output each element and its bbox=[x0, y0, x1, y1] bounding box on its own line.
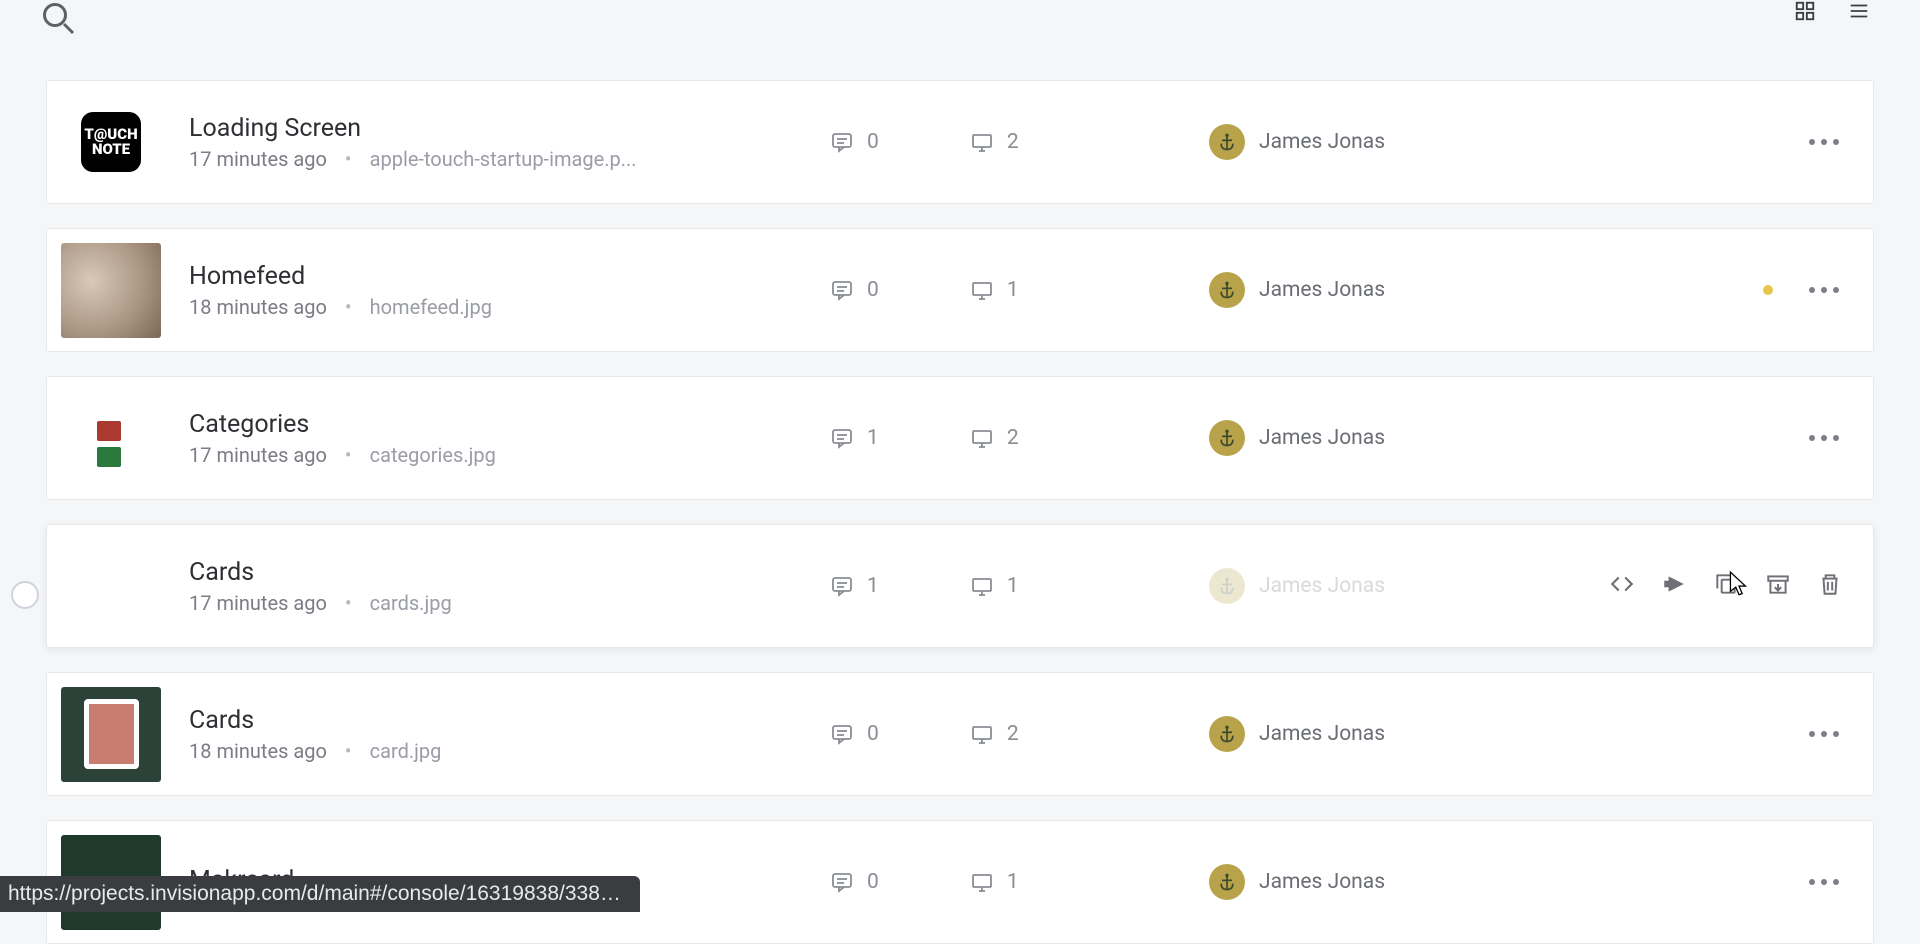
avatar bbox=[1209, 716, 1245, 752]
comment-count[interactable]: 0 bbox=[829, 722, 879, 746]
avatar bbox=[1209, 420, 1245, 456]
time-ago: 17 minutes ago bbox=[189, 591, 327, 615]
more-menu-button[interactable] bbox=[1805, 727, 1843, 741]
screen-title[interactable]: Cards bbox=[189, 558, 829, 587]
archive-icon[interactable] bbox=[1765, 571, 1791, 601]
comment-count[interactable]: 0 bbox=[829, 278, 879, 302]
avatar bbox=[1209, 124, 1245, 160]
screen-meta: 17 minutes ago •apple-touch-startup-imag… bbox=[189, 147, 829, 171]
owner-name: James Jonas bbox=[1259, 574, 1385, 598]
search-icon[interactable] bbox=[40, 21, 76, 40]
comment-count[interactable]: 0 bbox=[829, 870, 879, 894]
screen-count[interactable]: 1 bbox=[969, 574, 1019, 598]
owner-name: James Jonas bbox=[1259, 722, 1385, 746]
time-ago: 18 minutes ago bbox=[189, 295, 327, 319]
thumbnail bbox=[61, 539, 161, 634]
screen-count[interactable]: 1 bbox=[969, 870, 1019, 894]
screen-title[interactable]: Cards bbox=[189, 706, 829, 735]
time-ago: 17 minutes ago bbox=[189, 443, 327, 467]
owner: James Jonas bbox=[1089, 568, 1609, 604]
select-checkbox[interactable] bbox=[23, 581, 33, 591]
screen-row[interactable]: Homefeed 18 minutes ago •homefeed.jpg 0 … bbox=[46, 228, 1874, 352]
time-ago: 17 minutes ago bbox=[189, 147, 327, 171]
file-name: cards.jpg bbox=[370, 591, 452, 615]
owner: James Jonas bbox=[1089, 124, 1763, 160]
owner: James Jonas bbox=[1089, 272, 1763, 308]
comment-count[interactable]: 0 bbox=[829, 130, 879, 154]
screen-meta: 17 minutes ago •categories.jpg bbox=[189, 443, 829, 467]
grid-view-icon[interactable] bbox=[1794, 0, 1816, 26]
owner-name: James Jonas bbox=[1259, 870, 1385, 894]
file-name: homefeed.jpg bbox=[370, 295, 492, 319]
thumbnail bbox=[61, 243, 161, 338]
owner-name: James Jonas bbox=[1259, 278, 1385, 302]
time-ago: 18 minutes ago bbox=[189, 739, 327, 763]
screen-row[interactable]: Cards 17 minutes ago •cards.jpg 1 1 Jame… bbox=[46, 524, 1874, 648]
screen-meta: 18 minutes ago •homefeed.jpg bbox=[189, 295, 829, 319]
share-icon[interactable] bbox=[1661, 571, 1687, 601]
screen-count[interactable]: 2 bbox=[969, 722, 1019, 746]
more-menu-button[interactable] bbox=[1805, 135, 1843, 149]
delete-icon[interactable] bbox=[1817, 571, 1843, 601]
file-name: categories.jpg bbox=[370, 443, 496, 467]
screen-title[interactable]: Homefeed bbox=[189, 262, 829, 291]
screen-row[interactable]: Categories 17 minutes ago •categories.jp… bbox=[46, 376, 1874, 500]
menu-icon[interactable] bbox=[1848, 0, 1870, 26]
avatar bbox=[1209, 568, 1245, 604]
owner: James Jonas bbox=[1089, 716, 1763, 752]
more-menu-button[interactable] bbox=[1805, 283, 1843, 297]
owner-name: James Jonas bbox=[1259, 130, 1385, 154]
avatar bbox=[1209, 272, 1245, 308]
owner-name: James Jonas bbox=[1259, 426, 1385, 450]
thumbnail bbox=[61, 687, 161, 782]
screen-count[interactable]: 1 bbox=[969, 278, 1019, 302]
owner: James Jonas bbox=[1089, 864, 1763, 900]
comment-count[interactable]: 1 bbox=[829, 426, 879, 450]
browser-status-url: https://projects.invisionapp.com/d/main#… bbox=[0, 876, 640, 912]
file-name: apple-touch-startup-image.p... bbox=[370, 147, 637, 171]
screen-meta: 18 minutes ago •card.jpg bbox=[189, 739, 829, 763]
more-menu-button[interactable] bbox=[1805, 875, 1843, 889]
screen-row[interactable]: T@UCHNOTE Loading Screen 17 minutes ago … bbox=[46, 80, 1874, 204]
file-name: card.jpg bbox=[370, 739, 442, 763]
screen-count[interactable]: 2 bbox=[969, 130, 1019, 154]
avatar bbox=[1209, 864, 1245, 900]
status-dot-icon bbox=[1763, 285, 1773, 295]
thumbnail bbox=[61, 391, 161, 486]
embed-icon[interactable] bbox=[1609, 571, 1635, 601]
screen-meta: 17 minutes ago •cards.jpg bbox=[189, 591, 829, 615]
screen-row[interactable]: Cards 18 minutes ago •card.jpg 0 2 James… bbox=[46, 672, 1874, 796]
more-menu-button[interactable] bbox=[1805, 431, 1843, 445]
screen-count[interactable]: 2 bbox=[969, 426, 1019, 450]
copy-icon[interactable] bbox=[1713, 571, 1739, 601]
comment-count[interactable]: 1 bbox=[829, 574, 879, 598]
owner: James Jonas bbox=[1089, 420, 1763, 456]
screen-title[interactable]: Categories bbox=[189, 410, 829, 439]
thumbnail-logo: T@UCHNOTE bbox=[81, 112, 141, 172]
screen-title[interactable]: Loading Screen bbox=[189, 114, 829, 143]
